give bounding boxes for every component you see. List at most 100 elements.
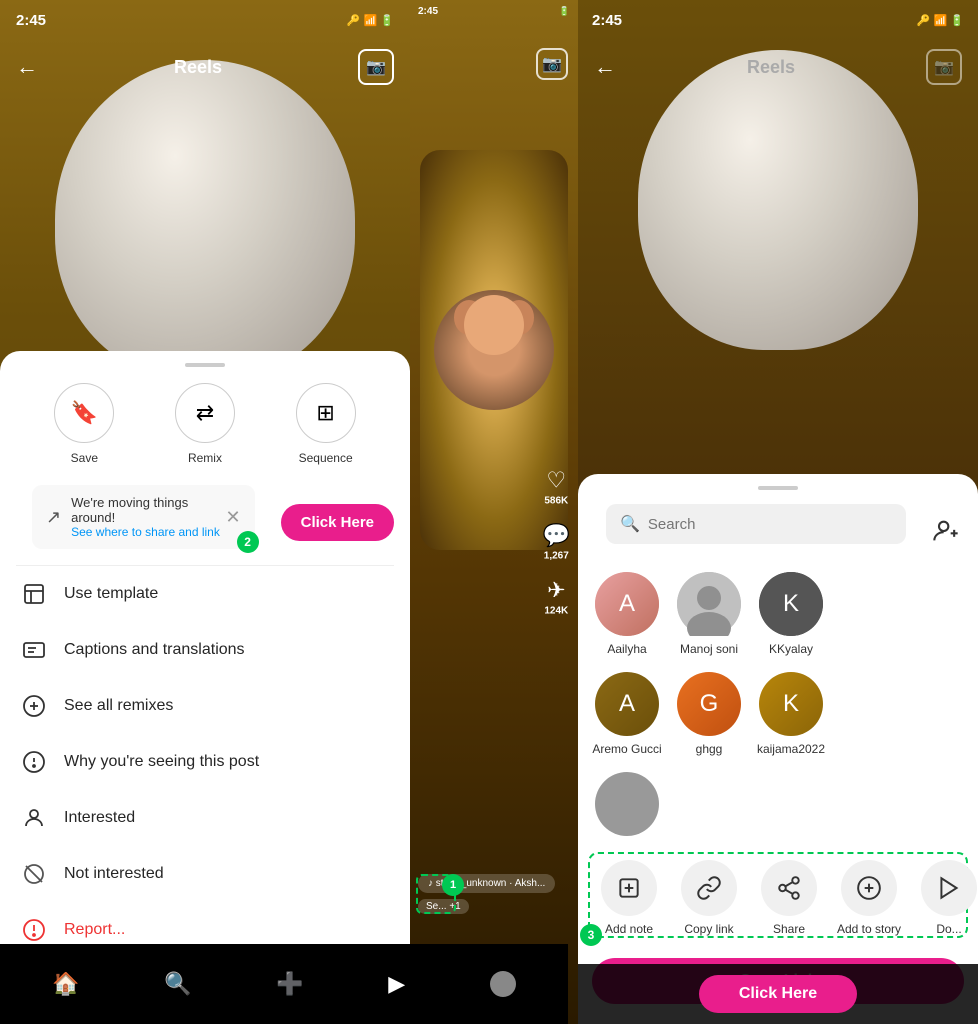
share-sheet-handle <box>758 486 798 490</box>
nav-search[interactable]: 🔍 <box>164 971 191 997</box>
nav-profile[interactable] <box>490 971 516 997</box>
save-label: Save <box>71 451 98 465</box>
share-count: 124K <box>544 605 568 616</box>
contact-manoj[interactable]: Manoj soni <box>674 572 744 656</box>
promo-row: ↗ We're moving things around! See where … <box>16 485 394 559</box>
camera-icon-right: 📷 <box>934 57 954 77</box>
not-interested-item[interactable]: Not interested <box>0 846 410 902</box>
sequence-icon-circle: ⊞ <box>296 383 356 443</box>
nav-home[interactable]: 🏠 <box>52 971 79 997</box>
add-note-icon <box>601 860 657 916</box>
do-action[interactable]: Do... <box>914 860 978 936</box>
contact-ghgg[interactable]: G ghgg <box>674 672 744 756</box>
save-action[interactable]: 🔖 Save <box>54 383 114 465</box>
remixes-item[interactable]: See all remixes <box>0 678 410 734</box>
heart-icon: ♡ <box>546 467 566 493</box>
contact-name-manoj: Manoj soni <box>680 642 738 656</box>
sequence-icon: ⊞ <box>316 400 334 426</box>
battery-icon-right: 🔋 <box>950 14 964 27</box>
remix-action[interactable]: ⇄ Remix <box>175 383 235 465</box>
add-story-action[interactable]: Add to story <box>834 860 904 936</box>
share-actions-highlight: Add note Copy link Share <box>588 852 968 938</box>
promo-banner: ↗ We're moving things around! See where … <box>32 485 255 549</box>
captions-item[interactable]: Captions and translations <box>0 622 410 678</box>
search-input[interactable] <box>648 516 892 533</box>
use-template-item[interactable]: Use template <box>0 566 410 622</box>
right-panel: 2:45 🔑 📶 🔋 ← Reels 📷 🔍 <box>578 0 978 1024</box>
copy-link-action[interactable]: Copy link <box>674 860 744 936</box>
promo-cta-button[interactable]: Click Here <box>281 504 394 541</box>
camera-button-right[interactable]: 📷 <box>926 49 962 85</box>
share-icon-center: ✈ <box>547 577 565 603</box>
interested-label: Interested <box>64 809 135 827</box>
do-icon <box>921 860 977 916</box>
remix-icon: ⇄ <box>196 400 214 426</box>
add-story-icon <box>841 860 897 916</box>
promo-badge: 2 <box>237 531 259 553</box>
contact-aailyha[interactable]: A Aailyha <box>592 572 662 656</box>
share-action-center[interactable]: ✈ 124K <box>544 577 568 616</box>
save-icon: 🔖 <box>71 400 98 426</box>
sequence-label: Sequence <box>299 451 353 465</box>
captions-label: Captions and translations <box>64 641 245 659</box>
battery-icon: 🔋 <box>380 14 394 27</box>
contact-kaijama[interactable]: K kaijama2022 <box>756 672 826 756</box>
back-button-left[interactable]: ← <box>16 54 38 80</box>
nav-create[interactable]: ➕ <box>276 971 303 997</box>
promo-icon: ↗ <box>46 507 61 528</box>
nav-title-right: Reels <box>747 57 795 78</box>
comment-count: 1,267 <box>544 550 569 561</box>
nav-reels[interactable]: ▶ <box>388 971 405 997</box>
contact-name-kkyalay: KKyalay <box>769 642 813 656</box>
comment-action[interactable]: 💬 1,267 <box>543 522 570 561</box>
left-panel: 2:45 🔑 📶 🔋 ← Reels 📷 🔖 Save ⇄ <box>0 0 410 1024</box>
wifi-icon: 📶 <box>364 14 378 27</box>
right-bowl <box>638 50 918 350</box>
report-label: Report... <box>64 921 125 939</box>
reels-icon: ▶ <box>388 971 405 997</box>
why-seeing-item[interactable]: Why you're seeing this post <box>0 734 410 790</box>
like-action[interactable]: ♡ 586K <box>544 467 568 506</box>
contact-name-aailyha: Aailyha <box>607 642 646 656</box>
avatar-kkyalay: K <box>759 572 823 636</box>
share-action-right[interactable]: Share <box>754 860 824 936</box>
time-right: 2:45 <box>592 12 622 29</box>
status-bar-right: 2:45 🔑 📶 🔋 <box>578 0 978 40</box>
badge-1: 1 <box>442 874 464 896</box>
camera-icon-center: 📷 <box>542 54 562 74</box>
search-bar: 🔍 <box>606 504 906 544</box>
action-icons-row: 🔖 Save ⇄ Remix ⊞ Sequence <box>0 383 410 485</box>
contact-kkyalay[interactable]: K KKyalay <box>756 572 826 656</box>
interested-item[interactable]: Interested <box>0 790 410 846</box>
add-note-action[interactable]: Add note <box>594 860 664 936</box>
search-icon-nav: 🔍 <box>164 971 191 997</box>
contact-aremo[interactable]: A Aremo Gucci <box>592 672 662 756</box>
bottom-sheet-left: 🔖 Save ⇄ Remix ⊞ Sequence ↗ <box>0 351 410 1024</box>
avatar-ghgg: G <box>677 672 741 736</box>
back-button-right[interactable]: ← <box>594 54 616 80</box>
share-sheet: 🔍 A Aailyha Manoj soni <box>578 474 978 1024</box>
report-icon <box>20 916 48 944</box>
sheet-handle <box>185 363 225 367</box>
center-camera-btn[interactable]: 📷 <box>536 48 568 80</box>
center-panel: 2:45 🔋 📷 ♡ 586K 💬 1,267 ✈ 124K ♪ storm_u… <box>410 0 578 1024</box>
add-person-button[interactable] <box>928 513 964 549</box>
contacts-row-2: A Aremo Gucci G ghgg K kaijama2022 <box>578 672 978 772</box>
search-icon-share: 🔍 <box>620 514 640 534</box>
share-label-right: Share <box>773 922 805 936</box>
key-icon-right: 🔑 <box>917 14 931 27</box>
nav-title-left: Reels <box>174 57 222 78</box>
promo-close-button[interactable]: ✕ <box>226 507 241 528</box>
avatar-kaijama: K <box>759 672 823 736</box>
share-icon-right <box>761 860 817 916</box>
home-icon: 🏠 <box>52 971 79 997</box>
like-count: 586K <box>544 495 568 506</box>
contact-partial[interactable] <box>592 772 662 842</box>
status-icons-left: 🔑 📶 🔋 <box>347 14 394 27</box>
camera-button-left[interactable]: 📷 <box>358 49 394 85</box>
share-actions-row: Add note Copy link Share <box>594 860 962 936</box>
camera-icon-left: 📷 <box>366 57 386 77</box>
avatar-aailyha: A <box>595 572 659 636</box>
bottom-cta-button[interactable]: Click Here <box>699 975 857 1013</box>
sequence-action[interactable]: ⊞ Sequence <box>296 383 356 465</box>
